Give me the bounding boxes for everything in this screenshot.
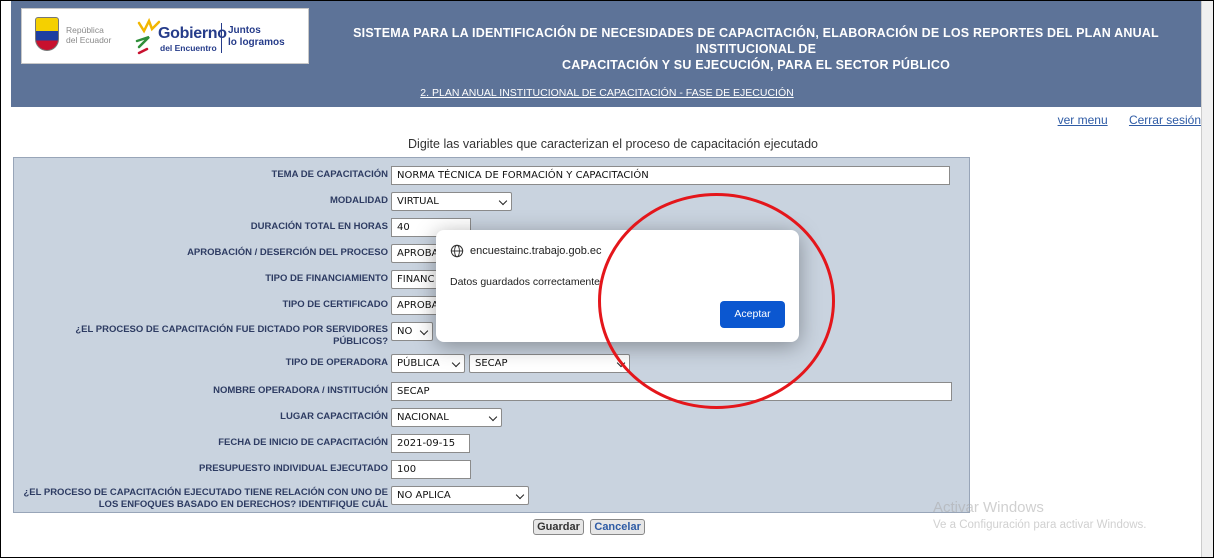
servidores-label: ¿EL PROCESO DE CAPACITACIÓN FUE DICTADO …: [14, 324, 388, 348]
enfoques-label: ¿EL PROCESO DE CAPACITACIÓN EJECUTADO TI…: [14, 487, 388, 511]
certificado-value: APROBA: [397, 300, 439, 311]
modalidad-label: MODALIDAD: [329, 195, 388, 206]
financiamiento-value: FINANC: [397, 274, 435, 285]
aprobacion-value: APROBA: [397, 248, 439, 259]
globe-icon: [450, 244, 464, 258]
logo-slogan: Juntos lo logramos: [228, 25, 285, 49]
fecha-input[interactable]: 2021-09-15: [391, 434, 470, 453]
operadora-nombre-label: NOMBRE OPERADORA / INSTITUCIÓN: [213, 385, 388, 396]
aprobacion-label: APROBACIÓN / DESERCIÓN DEL PROCESO: [187, 247, 388, 258]
system-title: SISTEMA PARA LA IDENTIFICACIÓN DE NECESI…: [311, 25, 1201, 73]
lugar-value: NACIONAL: [397, 412, 449, 423]
red-circle-annotation: [598, 193, 835, 409]
system-title-line-1: SISTEMA PARA LA IDENTIFICACIÓN DE NECESI…: [353, 26, 1159, 56]
watermark-line-2: Ve a Configuración para activar Windows.: [933, 519, 1147, 531]
operadora-tipo-label: TIPO DE OPERADORA: [285, 357, 388, 368]
government-logo: República del Ecuador Gobierno del Encue…: [21, 8, 309, 64]
logo-gobierno: Gobierno: [158, 25, 227, 42]
chevron-down-icon: [419, 326, 429, 336]
logo-republica: República: [66, 25, 104, 35]
modalidad-select[interactable]: VIRTUAL: [391, 192, 512, 211]
logo-divider: [221, 23, 222, 53]
lugar-select[interactable]: NACIONAL: [391, 408, 502, 427]
ver-menu-link[interactable]: ver menu: [1058, 113, 1108, 127]
chevron-down-icon: [488, 412, 498, 422]
republica-logo-text: República del Ecuador: [66, 25, 111, 45]
phase-link[interactable]: 2. PLAN ANUAL INSTITUCIONAL DE CAPACITAC…: [11, 87, 1203, 99]
chevron-down-icon: [498, 196, 508, 206]
cerrar-sesion-link[interactable]: Cerrar sesión: [1129, 113, 1201, 127]
servidores-select[interactable]: NO: [391, 322, 433, 341]
enfoques-label-line-2: LOS ENFOQUES BASADO EN DERECHOS? IDENTIF…: [98, 499, 388, 510]
windows-activation-watermark: Activar Windows Ve a Configuración para …: [933, 499, 1147, 531]
top-nav: ver menu Cerrar sesión: [1040, 113, 1201, 127]
vertical-scrollbar[interactable]: [1201, 1, 1213, 557]
system-title-line-2: CAPACITACIÓN Y SU EJECUCIÓN, PARA EL SEC…: [561, 58, 951, 72]
page: República del Ecuador Gobierno del Encue…: [0, 0, 1214, 558]
lugar-label: LUGAR CAPACITACIÓN: [280, 411, 388, 422]
instruction-text: Digite las variables que caracterizan el…: [408, 137, 818, 151]
chevron-down-icon: [515, 490, 525, 500]
dialog-site-text: encuestainc.trabajo.gob.ec: [470, 245, 602, 257]
enfoques-label-line-1: ¿EL PROCESO DE CAPACITACIÓN EJECUTADO TI…: [23, 487, 388, 498]
operadora-tipo-select[interactable]: PÚBLICA: [391, 354, 465, 373]
operadora-nombre-select[interactable]: SECAP: [469, 354, 630, 373]
cancelar-button[interactable]: Cancelar: [590, 519, 645, 535]
logo-ecuador: del Ecuador: [66, 35, 112, 45]
logo-encuentro: del Encuentro: [160, 43, 217, 53]
guardar-button[interactable]: Guardar: [533, 519, 584, 535]
coat-of-arms-icon: [35, 17, 59, 51]
presupuesto-input[interactable]: 100: [391, 460, 471, 479]
dialog-message: Datos guardados correctamente: [450, 276, 600, 288]
watermark-line-1: Activar Windows: [933, 499, 1044, 516]
enfoques-value: NO APLICA: [397, 490, 451, 501]
operadora-tipo-value: PÚBLICA: [397, 358, 440, 369]
servidores-label-line-2: PÚBLICOS?: [333, 336, 388, 347]
logo-juntos: Juntos: [228, 25, 261, 36]
financiamiento-label: TIPO DE FINANCIAMIENTO: [265, 273, 388, 284]
header-banner: República del Ecuador Gobierno del Encue…: [11, 1, 1203, 107]
tema-input[interactable]: NORMA TÉCNICA DE FORMACIÓN Y CAPACITACIÓ…: [391, 166, 950, 185]
servidores-value: NO: [397, 326, 413, 337]
chevron-down-icon: [451, 358, 461, 368]
presupuesto-label: PRESUPUESTO INDIVIDUAL EJECUTADO: [199, 463, 388, 474]
logo-logramos: lo logramos: [228, 37, 285, 48]
enfoques-select[interactable]: NO APLICA: [391, 486, 529, 505]
certificado-label: TIPO DE CERTIFICADO: [282, 299, 388, 310]
dialog-origin: encuestainc.trabajo.gob.ec: [450, 244, 601, 258]
servidores-label-line-1: ¿EL PROCESO DE CAPACITACIÓN FUE DICTADO …: [75, 324, 388, 335]
operadora-nombre-sel-value: SECAP: [475, 358, 508, 369]
tema-label: TEMA DE CAPACITACIÓN: [271, 169, 388, 180]
fecha-label: FECHA DE INICIO DE CAPACITACIÓN: [218, 437, 388, 448]
modalidad-value: VIRTUAL: [397, 196, 439, 207]
duracion-label: DURACIÓN TOTAL EN HORAS: [250, 221, 388, 232]
